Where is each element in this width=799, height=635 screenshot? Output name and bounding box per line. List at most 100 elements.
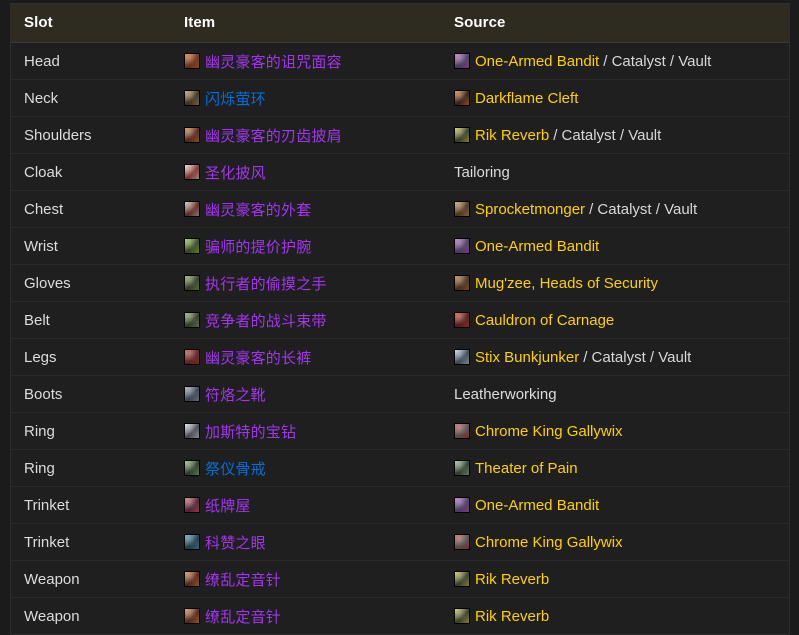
slot-cell: Legs bbox=[11, 339, 171, 376]
table-row: Chest 幽灵豪客的外套 Sprocketmonger / Catalyst / … bbox=[11, 191, 789, 228]
item-link[interactable]: 执行者的偷摸之手 bbox=[205, 273, 327, 294]
slot-cell: Trinket bbox=[11, 524, 171, 561]
source-link[interactable]: Mug'zee, Heads of Security bbox=[475, 275, 658, 292]
source-cell: Chrome King Gallywix bbox=[441, 413, 789, 450]
column-header-slot[interactable]: Slot bbox=[11, 4, 171, 43]
slot-cell: Belt bbox=[11, 302, 171, 339]
source-profession-label: Tailoring bbox=[454, 163, 510, 181]
slot-label: Wrist bbox=[24, 237, 58, 255]
dungeon-icon-theater-of-pain bbox=[454, 460, 470, 476]
source-link[interactable]: Stix Bunkjunker bbox=[475, 349, 579, 366]
item-cell: 加斯特的宝钻 bbox=[171, 413, 441, 450]
item-icon-shoulders bbox=[184, 127, 200, 143]
item-link[interactable]: 幽灵豪客的诅咒面容 bbox=[205, 51, 342, 72]
source-cell: One-Armed Bandit bbox=[441, 487, 789, 524]
gear-table: Slot Item Source Head 幽灵豪客的诅咒面容 One-Armed … bbox=[11, 4, 789, 634]
boss-icon-stix-bunkjunker bbox=[454, 349, 470, 365]
item-cell: 幽灵豪客的诅咒面容 bbox=[171, 43, 441, 80]
slot-label: Head bbox=[24, 52, 60, 70]
item-icon-head-mask bbox=[184, 53, 200, 69]
slot-label: Chest bbox=[24, 200, 64, 218]
source-link[interactable]: Sprocketmonger bbox=[475, 201, 585, 218]
slot-label: Neck bbox=[24, 89, 59, 107]
source-link[interactable]: One-Armed Bandit bbox=[475, 497, 599, 514]
gear-table-container: Slot Item Source Head 幽灵豪客的诅咒面容 One-Armed … bbox=[10, 3, 790, 635]
table-row: Ring 加斯特的宝钻 Chrome King Gallywix bbox=[11, 413, 789, 450]
slot-cell: Cloak bbox=[11, 154, 171, 191]
source-cell: Darkflame Cleft bbox=[441, 80, 789, 117]
table-row: Shoulders 幽灵豪客的刃齿披肩 Rik Reverb / Catalyst … bbox=[11, 117, 789, 154]
item-link[interactable]: 幽灵豪客的刃齿披肩 bbox=[205, 125, 342, 146]
item-link[interactable]: 缭乱定音针 bbox=[205, 606, 281, 627]
table-row: Neck 闪烁萤环 Darkflame Cleft bbox=[11, 80, 789, 117]
item-icon-trinket-eye bbox=[184, 534, 200, 550]
item-cell: 符烙之靴 bbox=[171, 376, 441, 413]
table-header-row: Slot Item Source bbox=[11, 4, 789, 43]
slot-cell: Wrist bbox=[11, 228, 171, 265]
boss-icon-mugzee bbox=[454, 275, 470, 291]
slot-cell: Trinket bbox=[11, 487, 171, 524]
table-row: Weapon 缭乱定音针 Rik Reverb bbox=[11, 561, 789, 598]
source-link[interactable]: Rik Reverb bbox=[475, 127, 549, 144]
item-icon-legs bbox=[184, 349, 200, 365]
item-link[interactable]: 科赞之眼 bbox=[205, 532, 266, 553]
source-suffix: / Catalyst / Vault bbox=[583, 348, 692, 366]
source-cell: Sprocketmonger / Catalyst / Vault bbox=[441, 191, 789, 228]
source-link[interactable]: One-Armed Bandit bbox=[475, 53, 599, 70]
source-suffix: / Catalyst / Vault bbox=[589, 200, 698, 218]
item-link[interactable]: 幽灵豪客的外套 bbox=[205, 199, 311, 220]
table-row: Head 幽灵豪客的诅咒面容 One-Armed Bandit / Catalyst… bbox=[11, 43, 789, 80]
source-cell: Rik Reverb bbox=[441, 598, 789, 635]
item-link[interactable]: 加斯特的宝钻 bbox=[205, 421, 296, 442]
source-link[interactable]: Cauldron of Carnage bbox=[475, 312, 614, 329]
source-cell: One-Armed Bandit / Catalyst / Vault bbox=[441, 43, 789, 80]
source-profession-label: Leatherworking bbox=[454, 385, 557, 403]
source-suffix: / Catalyst / Vault bbox=[553, 126, 662, 144]
slot-cell: Ring bbox=[11, 450, 171, 487]
source-cell: Rik Reverb / Catalyst / Vault bbox=[441, 117, 789, 154]
source-link[interactable]: Rik Reverb bbox=[475, 608, 549, 625]
item-link[interactable]: 祭仪骨戒 bbox=[205, 458, 266, 479]
table-row: Ring 祭仪骨戒 Theater of Pain bbox=[11, 450, 789, 487]
boss-icon-rik-reverb bbox=[454, 608, 470, 624]
table-row: Belt 竞争者的战斗束带 Cauldron of Carnage bbox=[11, 302, 789, 339]
source-cell: One-Armed Bandit bbox=[441, 228, 789, 265]
table-row: Boots 符烙之靴 Leatherworking bbox=[11, 376, 789, 413]
item-icon-boots bbox=[184, 386, 200, 402]
item-icon-weapon bbox=[184, 571, 200, 587]
boss-icon-rik-reverb bbox=[454, 127, 470, 143]
item-link[interactable]: 幽灵豪客的长裤 bbox=[205, 347, 311, 368]
source-suffix: / Catalyst / Vault bbox=[603, 52, 712, 70]
item-link[interactable]: 圣化披风 bbox=[205, 162, 266, 183]
item-cell: 幽灵豪客的刃齿披肩 bbox=[171, 117, 441, 154]
source-link[interactable]: Chrome King Gallywix bbox=[475, 534, 623, 551]
source-link[interactable]: Darkflame Cleft bbox=[475, 90, 578, 107]
source-link[interactable]: Theater of Pain bbox=[475, 460, 578, 477]
source-link[interactable]: One-Armed Bandit bbox=[475, 238, 599, 255]
item-link[interactable]: 缭乱定音针 bbox=[205, 569, 281, 590]
table-header: Slot Item Source bbox=[11, 4, 789, 43]
source-link[interactable]: Chrome King Gallywix bbox=[475, 423, 623, 440]
source-link[interactable]: Rik Reverb bbox=[475, 571, 549, 588]
slot-label: Ring bbox=[24, 459, 55, 477]
slot-label: Shoulders bbox=[24, 126, 92, 144]
item-link[interactable]: 竞争者的战斗束带 bbox=[205, 310, 327, 331]
slot-cell: Gloves bbox=[11, 265, 171, 302]
slot-label: Trinket bbox=[24, 496, 70, 514]
boss-icon-one-armed-bandit bbox=[454, 53, 470, 69]
item-link[interactable]: 骗师的提价护腕 bbox=[205, 236, 311, 257]
item-cell: 竞争者的战斗束带 bbox=[171, 302, 441, 339]
column-header-item[interactable]: Item bbox=[171, 4, 441, 43]
item-cell: 圣化披风 bbox=[171, 154, 441, 191]
source-cell: Theater of Pain bbox=[441, 450, 789, 487]
item-cell: 纸牌屋 bbox=[171, 487, 441, 524]
table-row: Wrist 骗师的提价护腕 One-Armed Bandit bbox=[11, 228, 789, 265]
column-header-source[interactable]: Source bbox=[441, 4, 789, 43]
boss-icon-one-armed-bandit bbox=[454, 497, 470, 513]
source-cell: Rik Reverb bbox=[441, 561, 789, 598]
item-icon-ring-bone bbox=[184, 460, 200, 476]
item-link[interactable]: 纸牌屋 bbox=[205, 495, 251, 516]
item-link[interactable]: 符烙之靴 bbox=[205, 384, 266, 405]
item-link[interactable]: 闪烁萤环 bbox=[205, 88, 266, 109]
item-icon-amulet bbox=[184, 90, 200, 106]
